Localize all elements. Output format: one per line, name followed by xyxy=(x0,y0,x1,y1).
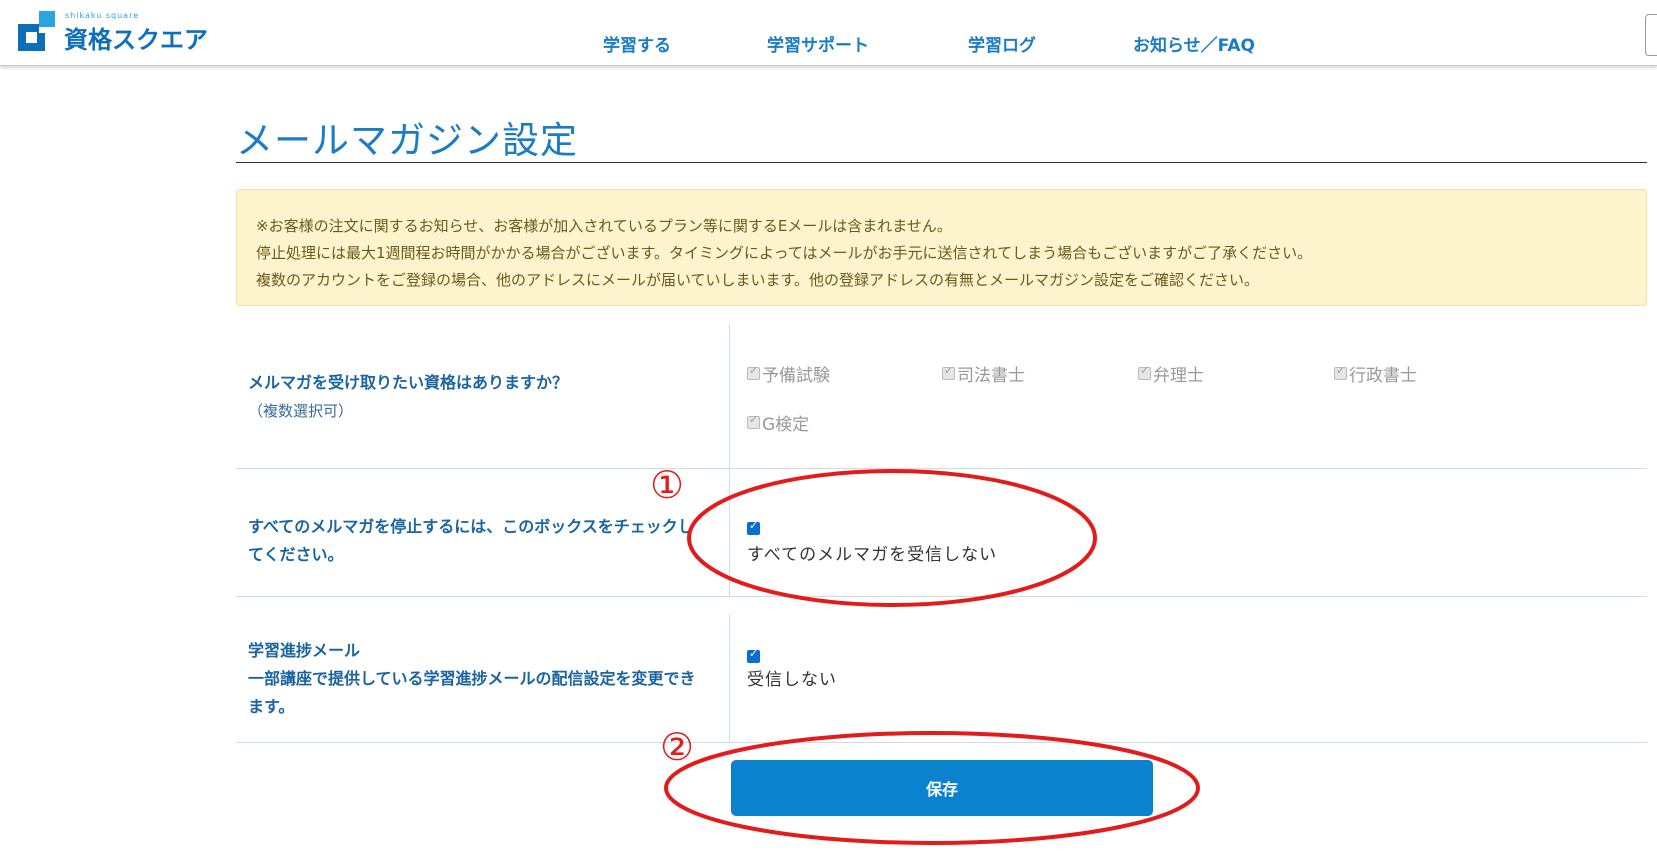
checkbox-gyosei-shoshi[interactable]: 行政書士 xyxy=(1334,361,1417,386)
qualification-row: メルマガを受け取りたい資格はありますか？ （複数選択可） 予備試験 司法書士 弁… xyxy=(236,324,1647,469)
annotation-number-1: ① xyxy=(650,463,685,507)
save-button[interactable]: 保存 xyxy=(731,760,1153,816)
checkbox-g-kentei[interactable]: G検定 xyxy=(747,410,809,435)
notice-line: 複数のアカウントをご登録の場合、他のアドレスにメールが届いていしまいます。他の登… xyxy=(256,271,1260,289)
notice-line: 停止処理には最大1週間程お時間がかかる場合がございます。タイミングによってはメー… xyxy=(256,244,1313,262)
progress-mail-checkbox[interactable] xyxy=(747,647,760,663)
nav-item-study[interactable]: 学習する xyxy=(603,31,671,56)
nav-item-log[interactable]: 学習ログ xyxy=(968,31,1036,56)
title-divider xyxy=(236,162,1647,163)
checkbox-icon xyxy=(942,364,955,380)
nav-item-support[interactable]: 学習サポート xyxy=(767,31,869,56)
checkbox-icon xyxy=(1138,364,1151,380)
checkbox-icon xyxy=(747,413,760,429)
annotation-number-2: ② xyxy=(660,725,695,769)
qualification-label: メルマガを受け取りたい資格はありますか？ （複数選択可） xyxy=(248,373,569,420)
checkbox-shiho-shoshi[interactable]: 司法書士 xyxy=(942,361,1025,386)
page-title: メールマガジン設定 xyxy=(236,119,578,162)
checkbox-yobi[interactable]: 予備試験 xyxy=(747,361,830,386)
checkbox-icon xyxy=(747,364,760,380)
site-header: shikaku square 資格スクエア 学習する 学習サポート 学習ログ お… xyxy=(0,0,1657,66)
stop-all-label: すべてのメルマガを停止するには、このボックスをチェックしてください。 xyxy=(248,517,694,564)
stop-all-row: すべてのメルマガを停止するには、このボックスをチェックしてください。 すべてのメ… xyxy=(236,469,1647,597)
checkbox-benrishi[interactable]: 弁理士 xyxy=(1138,361,1204,386)
nav-item-news-faq[interactable]: お知らせ／FAQ xyxy=(1133,31,1255,56)
notice-line: ※お客様の注文に関するお知らせ、お客様が加入されているプラン等に関するEメールは… xyxy=(256,217,952,235)
main-nav: 学習する 学習サポート 学習ログ お知らせ／FAQ xyxy=(0,31,1657,57)
notice-box: ※お客様の注文に関するお知らせ、お客様が加入されているプラン等に関するEメールは… xyxy=(236,189,1647,306)
progress-mail-row: 学習進捗メール 一部講座で提供している学習進捗メールの配信設定を変更できます。 … xyxy=(236,597,1647,743)
stop-all-checkbox-label: すべてのメルマガを受信しない xyxy=(747,545,998,565)
checkbox-icon xyxy=(1334,364,1347,380)
stop-all-checkbox[interactable] xyxy=(747,519,760,535)
header-menu-button[interactable] xyxy=(1645,14,1657,56)
progress-mail-checkbox-label: 受信しない xyxy=(747,670,837,690)
logo-subtitle: shikaku square xyxy=(65,11,140,20)
progress-mail-label: 学習進捗メール 一部講座で提供している学習進捗メールの配信設定を変更できます。 xyxy=(248,641,696,716)
